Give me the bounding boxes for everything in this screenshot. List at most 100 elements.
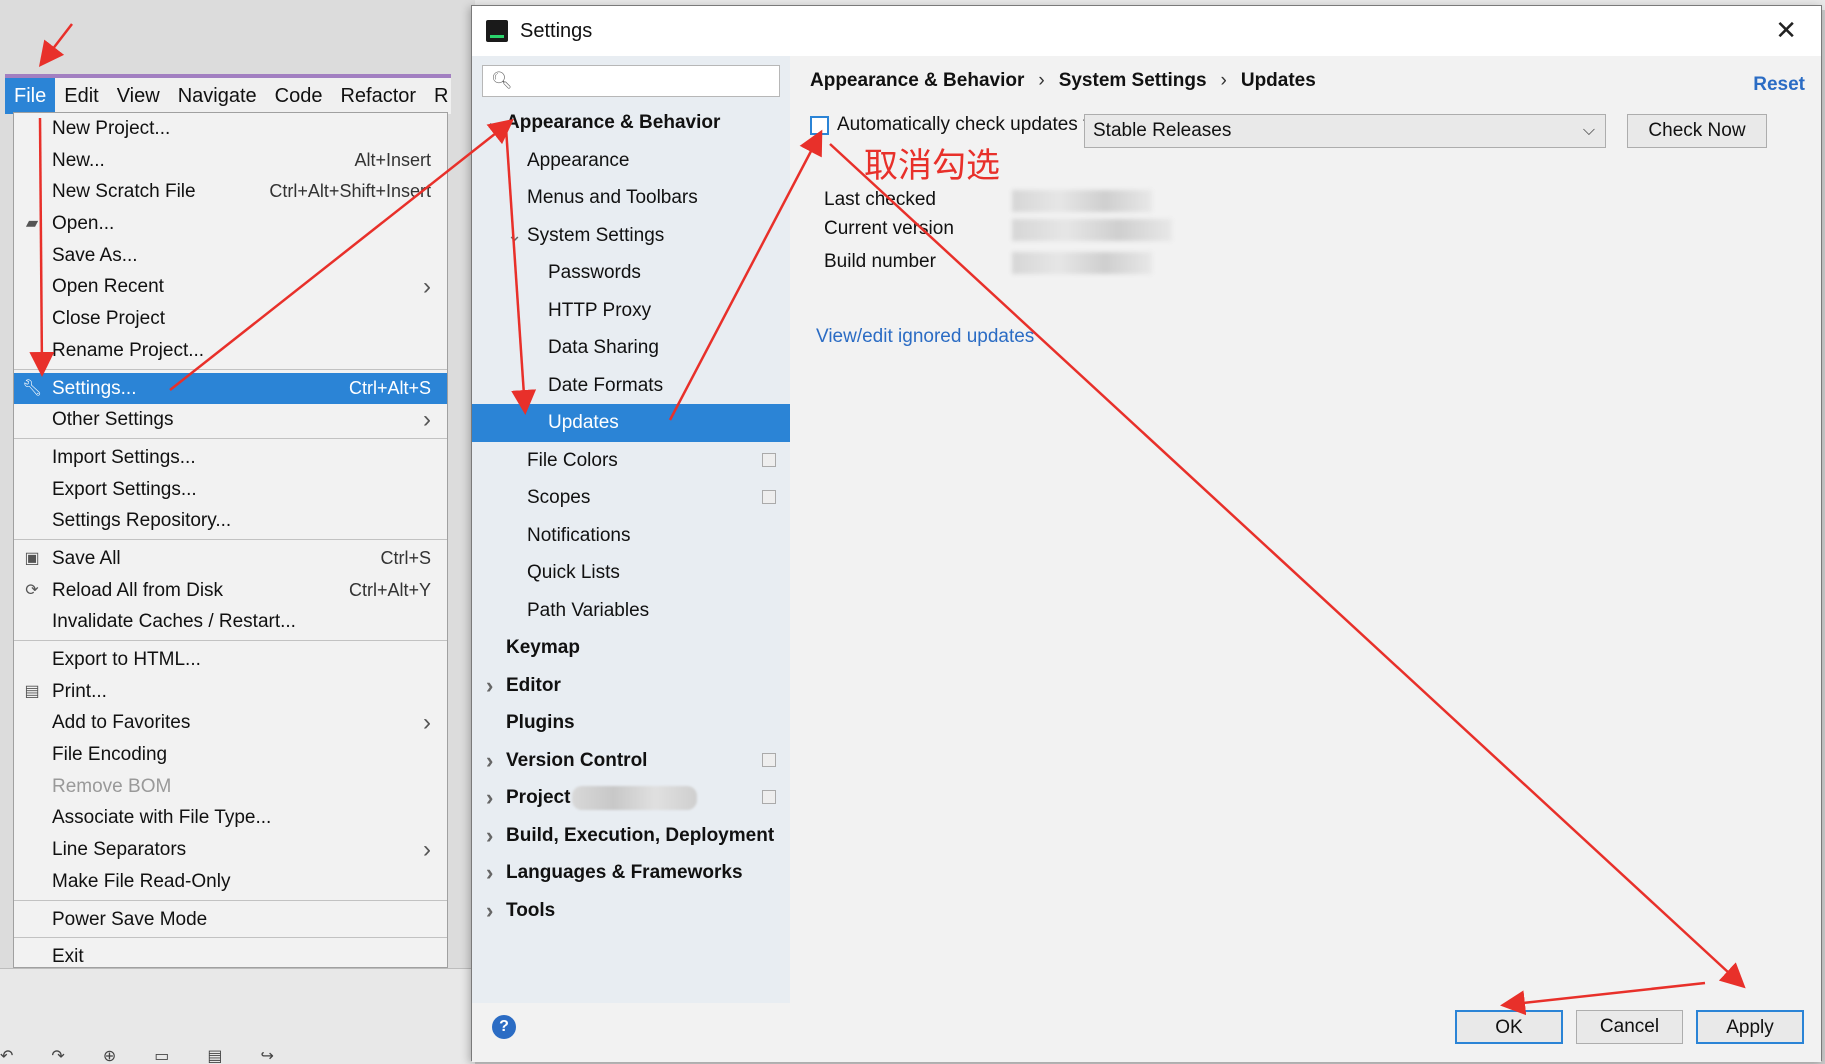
undo-icon[interactable]: ↶ [0, 1046, 13, 1064]
file-menu-item-open[interactable]: ▰ Open... [14, 208, 447, 240]
chevron-right-icon[interactable]: › [486, 667, 493, 704]
tree-item-label: File Colors [527, 449, 618, 471]
tree-item-path-variables[interactable]: Path Variables [472, 592, 790, 630]
file-menu-item-rename-project[interactable]: Rename Project... [14, 335, 447, 367]
tree-item-file-colors[interactable]: File Colors [472, 442, 790, 480]
chevron-right-icon[interactable]: › [486, 742, 493, 779]
chevron-right-icon: › [423, 406, 431, 434]
last-checked-label: Last checked [824, 189, 936, 210]
file-menu-item-reload-all-from-disk[interactable]: ⟳ Reload All from Disk Ctrl+Alt+Y [14, 575, 447, 607]
menu-item-label: Make File Read-Only [52, 870, 231, 892]
check-now-button[interactable]: Check Now [1627, 114, 1767, 148]
tree-item-passwords[interactable]: Passwords [472, 254, 790, 292]
settings-tree-pane: 🔍︎ ⌄ Appearance & Behavior Appearance Menus… [472, 56, 790, 1003]
file-menu-item-export-to-html[interactable]: Export to HTML... [14, 644, 447, 676]
file-menu-item-close-project[interactable]: Close Project [14, 303, 447, 335]
settings-search-input[interactable]: 🔍︎ [482, 65, 780, 97]
menu-r[interactable]: R [425, 78, 457, 114]
tree-item-date-formats[interactable]: Date Formats [472, 367, 790, 405]
printer-icon: ▤ [24, 682, 40, 700]
tree-item-languages-frameworks[interactable]: › Languages & Frameworks [472, 854, 790, 892]
file-menu-item-invalidate-caches-restart[interactable]: Invalidate Caches / Restart... [14, 606, 447, 638]
tree-item-quick-lists[interactable]: Quick Lists [472, 554, 790, 592]
tree-item-label: Date Formats [548, 374, 664, 396]
apply-button[interactable]: Apply [1696, 1010, 1804, 1044]
file-menu-item-new-scratch-file[interactable]: New Scratch File Ctrl+Alt+Shift+Insert [14, 176, 447, 208]
file-menu-item-add-to-favorites[interactable]: Add to Favorites › [14, 707, 447, 739]
cancel-button[interactable]: Cancel [1576, 1010, 1683, 1044]
tree-item-build-execution-deployment[interactable]: › Build, Execution, Deployment [472, 817, 790, 855]
menu-code[interactable]: Code [266, 78, 332, 114]
menu-refactor[interactable]: Refactor [331, 78, 425, 114]
tree-item-label: Tools [506, 899, 556, 921]
file-menu-item-new-project[interactable]: New Project... [14, 113, 447, 145]
file-menu-item-line-separators[interactable]: Line Separators › [14, 834, 447, 866]
menu-view[interactable]: View [108, 78, 169, 114]
tree-item-plugins[interactable]: Plugins [472, 704, 790, 742]
file-menu-item-settings[interactable]: 🔧︎ Settings... Ctrl+Alt+S [14, 372, 447, 405]
chevron-right-icon[interactable]: › [486, 892, 493, 929]
file-menu-item-exit[interactable]: Exit [14, 941, 447, 973]
menu-item-shortcut: Ctrl+Alt+S [348, 377, 431, 398]
file-menu-item-settings-repository[interactable]: Settings Repository... [14, 505, 447, 537]
help-icon[interactable]: ? [492, 1015, 516, 1039]
ok-button[interactable]: OK [1455, 1010, 1563, 1044]
file-menu-item-power-save-mode[interactable]: Power Save Mode [14, 904, 447, 936]
auto-check-checkbox[interactable] [810, 115, 829, 135]
file-menu-item-file-encoding[interactable]: File Encoding [14, 739, 447, 771]
tree-item-appearance-behavior[interactable]: ⌄ Appearance & Behavior [472, 104, 790, 142]
file-menu-item-save-as[interactable]: Save As... [14, 240, 447, 272]
chevron-down-icon: ⌵ [1582, 122, 1595, 139]
breadcrumb-item: Updates [1240, 70, 1316, 91]
file-menu-item-save-all[interactable]: ▣ Save All Ctrl+S [14, 543, 447, 575]
update-channel-select[interactable]: Stable Releases ⌵ [1084, 114, 1606, 148]
file-menu-item-new[interactable]: New... Alt+Insert [14, 145, 447, 177]
chevron-right-icon[interactable]: › [486, 779, 493, 816]
file-menu-item-import-settings[interactable]: Import Settings... [14, 442, 447, 474]
zoom-icon[interactable]: ⊕ [103, 1046, 116, 1064]
chevron-right-icon[interactable]: › [486, 854, 493, 891]
tree-item-keymap[interactable]: Keymap [472, 629, 790, 667]
tree-item-scopes[interactable]: Scopes [472, 479, 790, 517]
tree-item-label: Notifications [527, 524, 631, 546]
reset-link[interactable]: Reset [1753, 74, 1805, 96]
tree-item-label: Data Sharing [548, 337, 659, 358]
tree-item-tools[interactable]: › Tools [472, 892, 790, 930]
tree-item-editor[interactable]: › Editor [472, 667, 790, 705]
chevron-down-icon[interactable]: ⌄ [507, 217, 522, 254]
tree-item-data-sharing[interactable]: Data Sharing [472, 329, 790, 367]
menu-separator [14, 437, 447, 440]
tree-item-version-control[interactable]: › Version Control [472, 742, 790, 780]
menu-item-shortcut: Ctrl+Alt+Shift+Insert [269, 181, 431, 202]
tree-item-project[interactable]: › Project [472, 779, 790, 817]
tree-item-system-settings[interactable]: ⌄ System Settings [472, 217, 790, 255]
file-menu-item-associate-with-file-type[interactable]: Associate with File Type... [14, 802, 447, 834]
file-menu-item-other-settings[interactable]: Other Settings › [14, 404, 447, 436]
file-menu-item-print[interactable]: ▤ Print... [14, 676, 447, 708]
tree-item-http-proxy[interactable]: HTTP Proxy [472, 292, 790, 330]
layout-icon[interactable]: ▭ [154, 1046, 169, 1064]
tree-item-notifications[interactable]: Notifications [472, 517, 790, 555]
tree-item-label: HTTP Proxy [548, 299, 652, 321]
menu-edit[interactable]: Edit [55, 78, 107, 114]
document-icon[interactable]: ▤ [207, 1046, 222, 1064]
share-icon[interactable]: ↪ [260, 1046, 273, 1064]
menu-navigate[interactable]: Navigate [169, 78, 266, 114]
close-icon[interactable]: ✕ [1775, 16, 1797, 46]
tree-item-appearance[interactable]: Appearance [472, 142, 790, 180]
menu-file[interactable]: File [5, 78, 56, 114]
redo-icon[interactable]: ↷ [51, 1046, 64, 1064]
file-menu-item-open-recent[interactable]: Open Recent › [14, 271, 447, 303]
tree-item-menus-and-toolbars[interactable]: Menus and Toolbars [472, 179, 790, 217]
view-ignored-updates-link[interactable]: View/edit ignored updates [816, 326, 1034, 348]
chevron-down-icon[interactable]: ⌄ [486, 104, 501, 141]
menu-separator [14, 937, 447, 939]
auto-check-row[interactable]: Automatically check updates for [810, 114, 1105, 136]
tree-item-updates[interactable]: Updates [472, 404, 790, 442]
menu-item-label: File Encoding [52, 744, 168, 766]
file-menu-item-export-settings[interactable]: Export Settings... [14, 474, 447, 506]
file-menu-item-make-file-read-only[interactable]: Make File Read-Only [14, 866, 447, 898]
tree-item-label: Languages & Frameworks [506, 862, 743, 883]
menu-item-label: Reload All from Disk [52, 579, 224, 601]
chevron-right-icon[interactable]: › [486, 817, 493, 854]
